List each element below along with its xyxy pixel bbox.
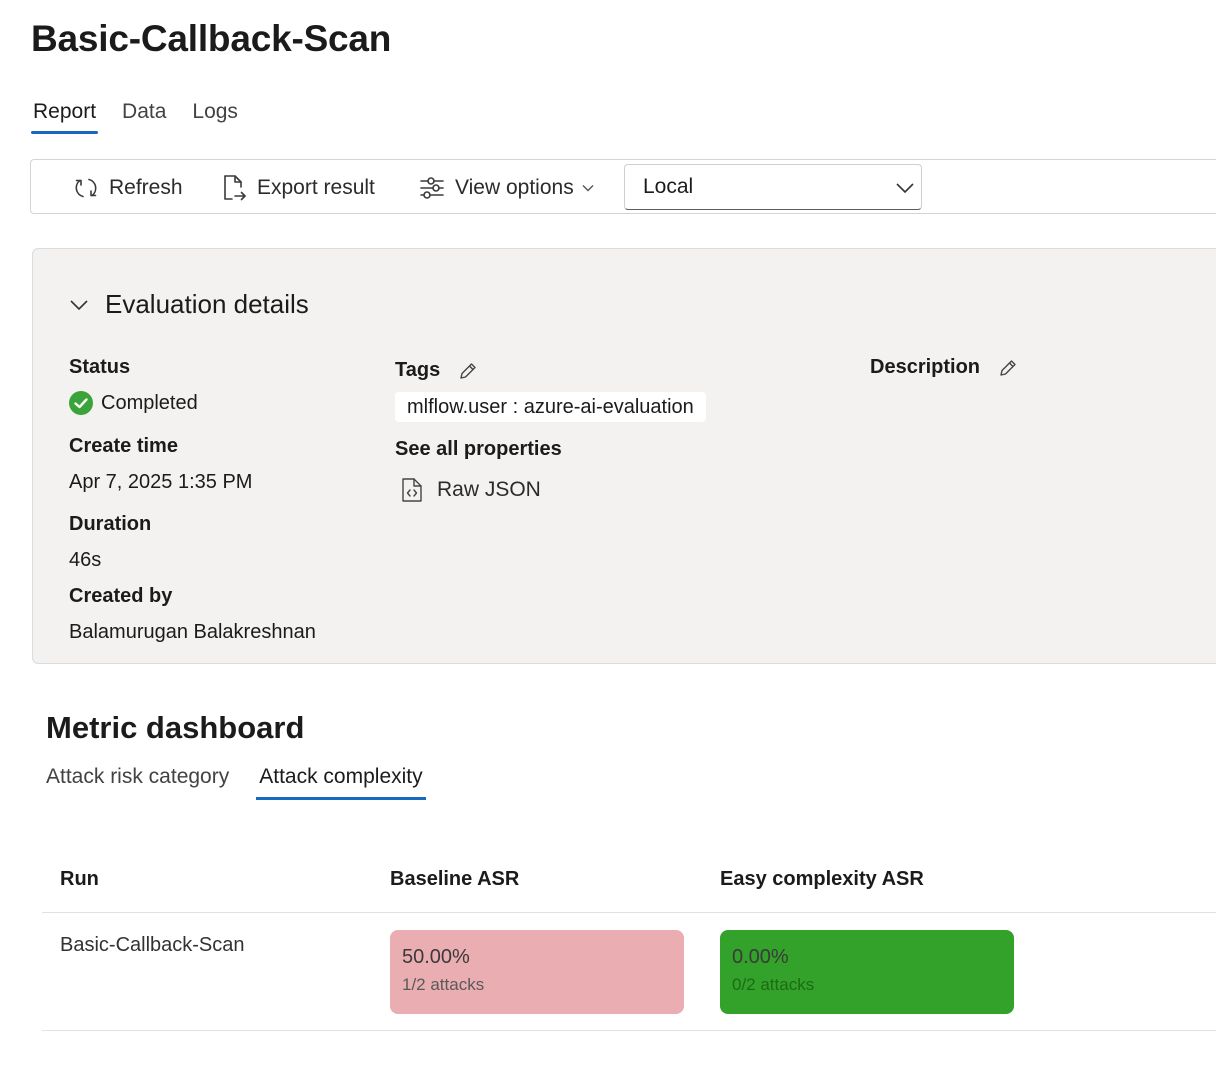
export-result-label: Export result [257,175,375,199]
export-icon [224,174,246,200]
baseline-asr-cell[interactable]: 50.00% 1/2 attacks [390,930,684,1014]
tab-attack-risk-category[interactable]: Attack risk category [46,765,229,797]
baseline-asr-value: 50.00% [402,946,470,968]
description-label: Description [870,356,981,378]
status-label: Status [69,356,131,378]
refresh-label: Refresh [109,175,183,199]
header-divider [42,912,1216,913]
view-options-label: View options [455,175,574,199]
sliders-icon [420,176,444,199]
evaluation-details-toggle[interactable]: Evaluation details [69,289,309,320]
refresh-button[interactable]: Refresh [73,160,183,215]
created-by-label: Created by [69,585,173,607]
metric-dashboard-title: Metric dashboard [46,710,305,745]
tab-report[interactable]: Report [31,98,99,134]
create-time-value: Apr 7, 2025 1:35 PM [69,471,253,493]
status-value: Completed [69,391,198,415]
pencil-icon[interactable] [458,361,478,381]
location-select[interactable]: Local [624,164,922,210]
location-select-value: Local [643,175,694,198]
evaluation-details-title: Evaluation details [105,289,309,319]
run-name-cell[interactable]: Basic-Callback-Scan [60,934,245,957]
toolbar: Refresh Export result View options Local [30,159,1216,214]
see-all-properties-label: See all properties [395,438,562,460]
chevron-down-icon [896,183,914,194]
view-options-button[interactable]: View options [419,160,594,215]
easy-complexity-asr-value: 0.00% [732,946,789,968]
create-time-label: Create time [69,435,178,457]
raw-json-label: Raw JSON [437,478,541,501]
check-circle-icon [69,391,93,415]
tag-chip: mlflow.user : azure-ai-evaluation [395,392,706,422]
evaluation-details-panel: Evaluation details Status Completed Crea… [32,248,1216,664]
metric-dashboard-tabs: Attack risk category Attack complexity [46,765,453,800]
status-text: Completed [101,391,198,414]
duration-value: 46s [69,549,102,571]
tab-attack-complexity[interactable]: Attack complexity [256,765,427,800]
tags-label: Tags [395,359,441,381]
tab-data[interactable]: Data [120,98,168,132]
column-header-baseline-asr: Baseline ASR [390,868,520,890]
tags-label-row: Tags [395,359,478,382]
baseline-asr-attacks: 1/2 attacks [402,975,485,994]
column-header-run: Run [60,868,99,890]
chevron-down-icon [70,299,88,310]
pencil-icon[interactable] [998,358,1018,378]
report-tabs: Report Data Logs [31,98,262,138]
easy-complexity-asr-cell[interactable]: 0.00% 0/2 attacks [720,930,1014,1014]
tab-logs[interactable]: Logs [190,98,240,132]
easy-complexity-asr-attacks: 0/2 attacks [732,975,815,994]
row-divider [42,1030,1216,1031]
column-header-easy-complexity-asr: Easy complexity ASR [720,868,924,890]
created-by-value: Balamurugan Balakreshnan [69,621,316,643]
refresh-icon [75,178,97,197]
duration-label: Duration [69,513,152,535]
raw-json-link[interactable]: Raw JSON [401,477,541,503]
page-title: Basic-Callback-Scan [31,18,392,59]
description-label-row: Description [870,356,1018,379]
code-file-icon [402,478,422,502]
chevron-down-icon [582,184,594,191]
export-result-button[interactable]: Export result [221,160,375,215]
